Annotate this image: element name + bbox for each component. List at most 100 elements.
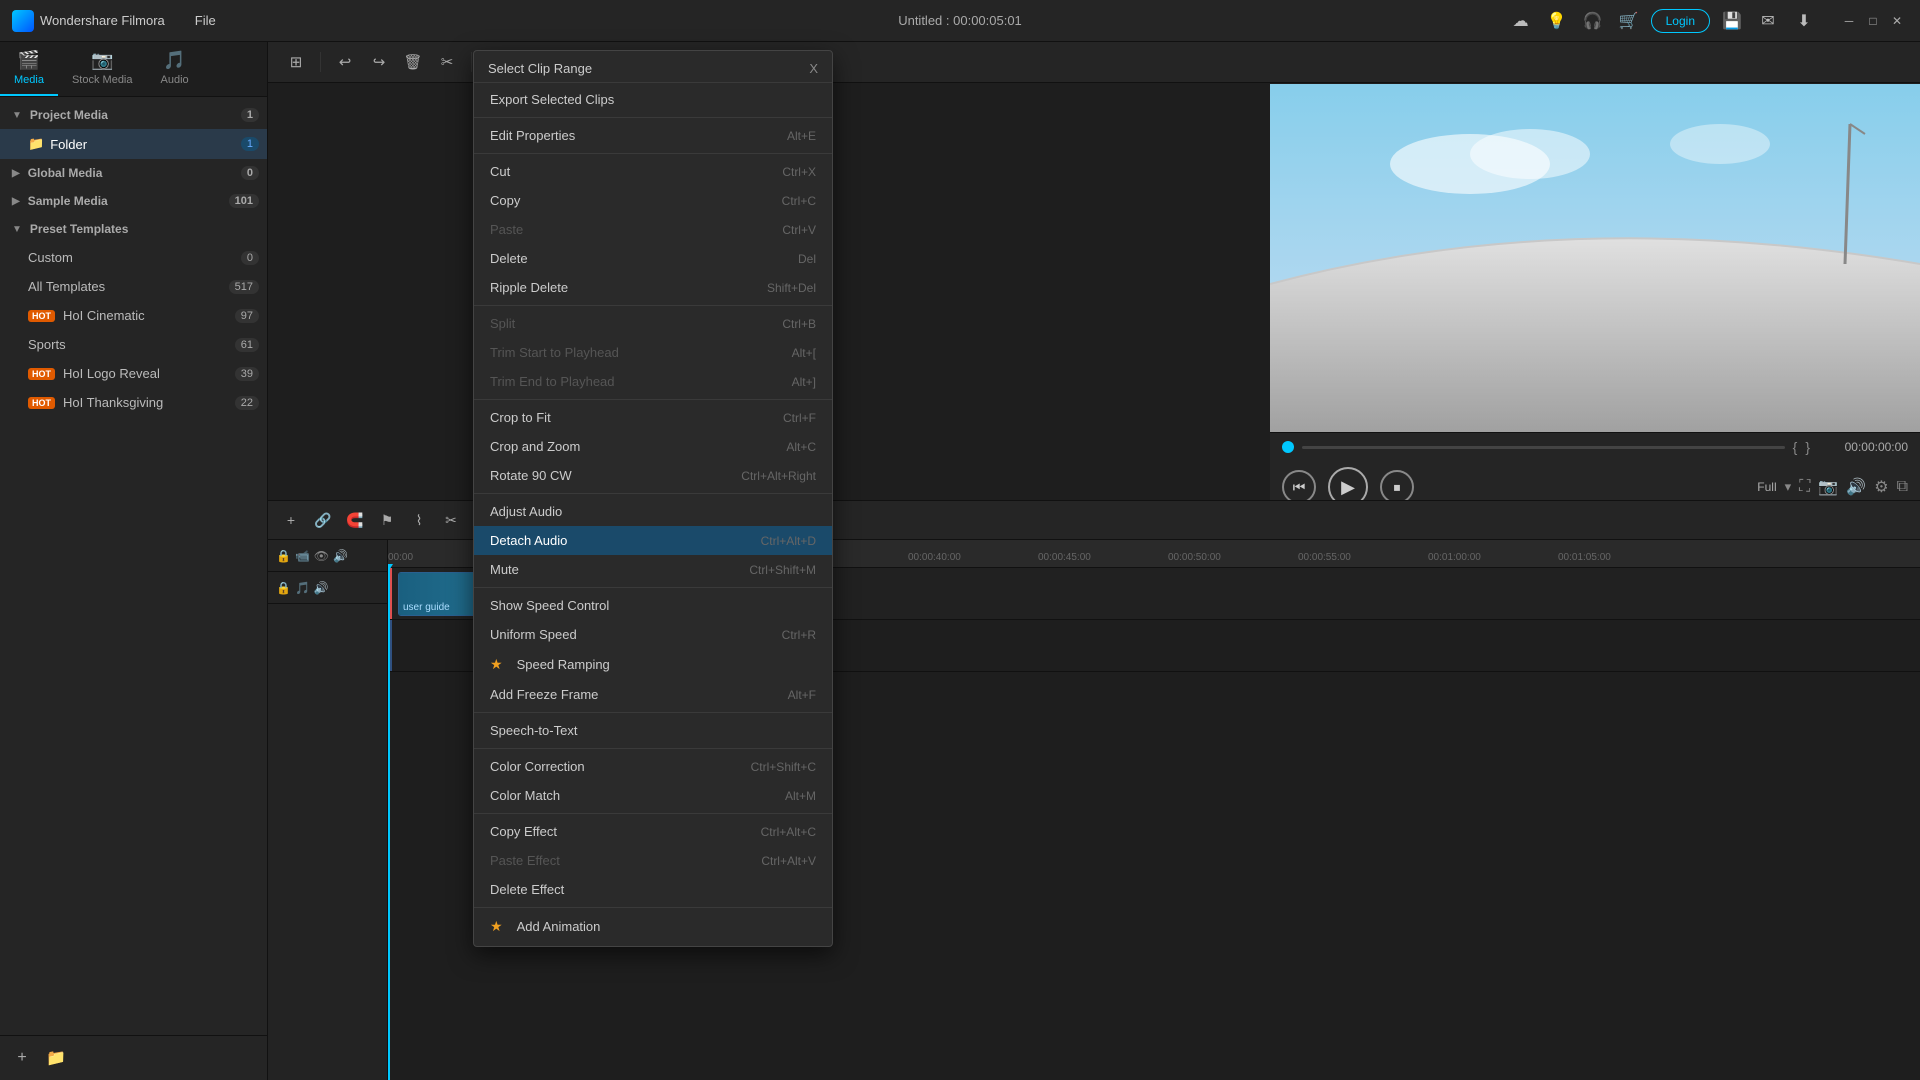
new-folder-button[interactable]: 📁 [42,1044,70,1072]
undo-button[interactable]: ↩ [331,48,359,76]
all-templates-item[interactable]: All Templates 517 [0,272,267,301]
skip-back-button[interactable]: ⏮ [1282,470,1316,504]
cm-delete-effect[interactable]: Delete Effect [474,875,832,904]
section-global-media[interactable]: ▶ Global Media 0 [0,159,267,187]
all-templates-badge: 517 [229,280,259,294]
cm-detach-audio[interactable]: Detach Audio Ctrl+Alt+D [474,526,832,555]
bracket-left[interactable]: { [1793,439,1798,455]
stop-button[interactable]: ⏹ [1380,470,1414,504]
cm-adjust-audio[interactable]: Adjust Audio [474,497,832,526]
cm-crop-zoom[interactable]: Crop and Zoom Alt+C [474,432,832,461]
cm-ripple-delete[interactable]: Ripple Delete Shift+Del [474,273,832,302]
cm-cut[interactable]: Cut Ctrl+X [474,157,832,186]
cm-uniform-label: Uniform Speed [490,627,772,642]
menu-file[interactable]: File [185,9,226,32]
tab-audio[interactable]: 🎵 Audio [147,42,203,96]
cm-edit-properties[interactable]: Edit Properties Alt+E [474,121,832,150]
tl-trim-button[interactable]: ✂ [438,507,464,533]
cut-button[interactable]: ✂ [433,48,461,76]
cloud-icon[interactable]: ☁ [1507,7,1535,35]
redo-button[interactable]: ↪ [365,48,393,76]
grid-view-button[interactable]: ⊞ [282,48,310,76]
email-icon[interactable]: ✉ [1754,7,1782,35]
cm-add-animation[interactable]: ★ Add Animation [474,911,832,942]
tl-add-track-button[interactable]: + [278,507,304,533]
tl-marker-button[interactable]: ⚑ [374,507,400,533]
audio-volume-icon[interactable]: 🔊 [314,581,329,595]
cart-icon[interactable]: 🛒 [1615,7,1643,35]
cm-speed-ramping[interactable]: ★ Speed Ramping [474,649,832,680]
cm-freeze-frame[interactable]: Add Freeze Frame Alt+F [474,680,832,709]
timeline-track[interactable] [1302,446,1785,449]
audio-lock-icon[interactable]: 🔒 [276,581,291,595]
left-panel: 🎬 Media 📷 Stock Media 🎵 Audio ▼ Project … [0,42,268,1080]
cm-export-selected[interactable]: Export Selected Clips [474,85,832,114]
cm-mute-label: Mute [490,562,739,577]
tl-link-button[interactable]: 🔗 [310,507,336,533]
tl-magnet-button[interactable]: 🧲 [342,507,368,533]
tl-split-button[interactable]: ⌇ [406,507,432,533]
top-bar-actions: ☁ 💡 🎧 🛒 Login 💾 ✉ ⬇ ─ □ ✕ [1507,7,1908,35]
tab-media[interactable]: 🎬 Media [0,42,58,96]
hoi-logo-reveal-item[interactable]: HOT HoI Logo Reveal 39 [0,359,267,388]
fullscreen-icon[interactable]: ⛶ [1799,478,1810,496]
folder-item[interactable]: 📁 Folder 1 [0,129,267,159]
custom-item[interactable]: Custom 0 [0,243,267,272]
cm-delete-label: Delete [490,251,788,266]
cm-delete[interactable]: Delete Del [474,244,832,273]
cm-trim-start-label: Trim Start to Playhead [490,345,782,360]
tab-stock-media[interactable]: 📷 Stock Media [58,42,147,96]
login-button[interactable]: Login [1651,9,1710,33]
download-icon[interactable]: ⬇ [1790,7,1818,35]
cm-speech-to-text[interactable]: Speech-to-Text [474,716,832,745]
cm-color-correction[interactable]: Color Correction Ctrl+Shift+C [474,752,832,781]
save-icon[interactable]: 💾 [1718,7,1746,35]
section-sample-media[interactable]: ▶ Sample Media 101 [0,187,267,215]
cm-color-match[interactable]: Color Match Alt+M [474,781,832,810]
bulb-icon[interactable]: 💡 [1543,7,1571,35]
cm-rotate[interactable]: Rotate 90 CW Ctrl+Alt+Right [474,461,832,490]
toolbar-sep-1 [320,52,321,72]
hoi-cinematic-item[interactable]: HOT HoI Cinematic 97 [0,301,267,330]
cm-copy-effect[interactable]: Copy Effect Ctrl+Alt+C [474,817,832,846]
cm-uniform-speed[interactable]: Uniform Speed Ctrl+R [474,620,832,649]
volume-track-icon[interactable]: 🔊 [333,549,348,563]
cm-mute[interactable]: Mute Ctrl+Shift+M [474,555,832,584]
headset-icon[interactable]: 🎧 [1579,7,1607,35]
ruler-mark-8: 00:01:00:00 [1428,552,1481,563]
minimize-button[interactable]: ─ [1838,10,1860,32]
eye-icon[interactable]: 👁 [314,549,329,563]
close-button[interactable]: ✕ [1886,10,1908,32]
add-folder-button[interactable]: + [8,1044,36,1072]
lock-icon[interactable]: 🔒 [276,549,291,563]
pip-icon[interactable]: ⧉ [1897,478,1908,496]
player-right-icons: Full ▾ ⛶ 📷 🔊 ⚙ ⧉ [1757,477,1908,497]
clip-label: user guide [403,602,450,613]
snapshot-icon[interactable]: 📷 [1818,477,1838,497]
cm-crop-to-fit[interactable]: Crop to Fit Ctrl+F [474,403,832,432]
hoi-thanksgiving-label: HoI Thanksgiving [63,395,163,410]
settings-icon[interactable]: ⚙ [1874,477,1888,497]
cm-cut-shortcut: Ctrl+X [782,165,816,179]
delete-button[interactable]: 🗑 [399,48,427,76]
cm-sep-10 [474,907,832,908]
chevron-down2-icon: ▼ [12,224,22,235]
quality-chevron-icon[interactable]: ▾ [1785,479,1792,495]
volume-icon[interactable]: 🔊 [1846,477,1866,497]
bracket-right[interactable]: } [1805,439,1810,455]
context-menu-close[interactable]: X [809,61,818,76]
maximize-button[interactable]: □ [1862,10,1884,32]
cm-copy[interactable]: Copy Ctrl+C [474,186,832,215]
section-project-media[interactable]: ▼ Project Media 1 [0,101,267,129]
left-panel-bottom: + 📁 [0,1035,267,1080]
cm-adjust-audio-label: Adjust Audio [490,504,816,519]
tl-video-track-header: 🔒 📹 👁 🔊 [268,540,387,572]
sports-item[interactable]: Sports 61 [0,330,267,359]
ruler-mark-9: 00:01:05:00 [1558,552,1611,563]
cm-show-speed[interactable]: Show Speed Control [474,591,832,620]
section-preset-templates[interactable]: ▼ Preset Templates [0,215,267,243]
hoi-thanksgiving-item[interactable]: HOT HoI Thanksgiving 22 [0,388,267,417]
tab-row: 🎬 Media 📷 Stock Media 🎵 Audio [0,42,267,97]
playhead-dot[interactable] [1282,441,1294,453]
chevron-right-icon: ▶ [12,168,20,179]
